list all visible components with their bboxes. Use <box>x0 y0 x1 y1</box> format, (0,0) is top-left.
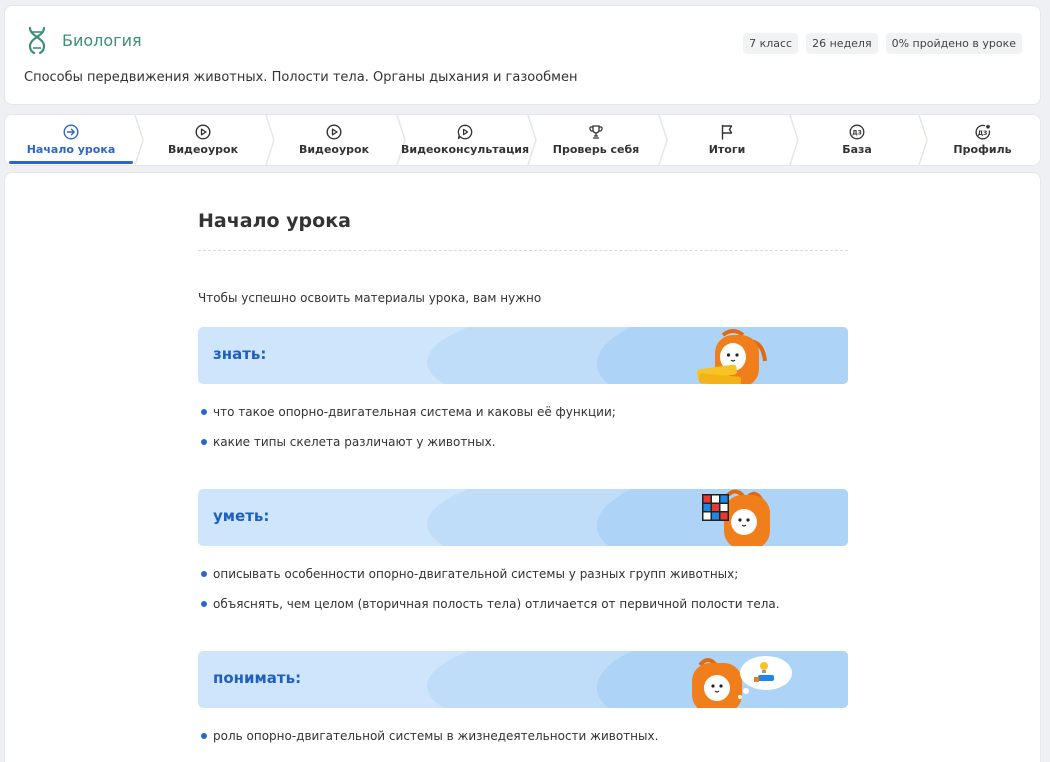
section-label: уметь: <box>213 507 270 525</box>
section-banner-know: знать: <box>198 327 848 384</box>
tab-base[interactable]: ДЗ База <box>796 115 918 165</box>
progress-badge: 0% пройдено в уроке <box>885 33 1022 54</box>
lesson-content: Начало урока Чтобы успешно освоить матер… <box>4 172 1041 762</box>
svg-text:ДЗ: ДЗ <box>977 130 987 137</box>
tab-label: Видеоурок <box>167 143 239 156</box>
chat-play-icon <box>457 124 473 140</box>
svg-text:ДЗ: ДЗ <box>852 130 862 137</box>
bullet-dot <box>201 733 207 739</box>
tab-label: Проверь себя <box>552 143 640 156</box>
list-item: описывать особенности опорно-двигательно… <box>201 567 738 581</box>
dz-star-icon: ДЗ <box>974 124 990 140</box>
mascot-with-rubik-cube-icon <box>702 489 770 546</box>
lesson-title: Способы передвижения животных. Полости т… <box>24 70 578 85</box>
lesson-header: Биология 7 класс 26 неделя 0% пройдено в… <box>4 5 1041 105</box>
tab-label: Видеоконсультация <box>400 143 530 156</box>
intro-text: Чтобы успешно освоить материалы урока, в… <box>198 291 542 305</box>
tab-label: Начало урока <box>26 143 116 156</box>
list-item-text: роль опорно-двигательной системы в жизне… <box>213 729 659 743</box>
arrow-right-circle-icon <box>63 124 79 140</box>
section-banner-understand: понимать: <box>198 651 848 708</box>
tab-results[interactable]: Итоги <box>665 115 789 165</box>
dna-icon <box>28 26 46 54</box>
tab-profile[interactable]: ДЗ Профиль <box>925 115 1040 165</box>
mascot-with-books-icon <box>696 329 767 384</box>
list-item: объяснять, чем целом (вторичная полость … <box>201 597 780 611</box>
tab-label: Видеоурок <box>298 143 370 156</box>
section-label: знать: <box>213 345 267 363</box>
flag-icon <box>721 124 733 140</box>
grade-badge: 7 класс <box>743 33 799 54</box>
subject-name: Биология <box>62 30 142 50</box>
lesson-tabs: Начало урока Видеоурок Видеоурок Видеоко… <box>4 114 1041 166</box>
subject[interactable]: Биология <box>24 26 142 54</box>
tab-video-consultation[interactable]: Видеоконсультация <box>400 115 530 165</box>
list-item-text: что такое опорно-двигательная система и … <box>213 405 616 419</box>
tab-label: База <box>842 143 872 156</box>
bullet-dot <box>201 439 207 445</box>
list-item: роль опорно-двигательной системы в жизне… <box>201 729 658 743</box>
page-title: Начало урока <box>198 210 351 232</box>
tab-label: Итоги <box>708 143 746 156</box>
tab-lesson-start[interactable]: Начало урока <box>7 115 135 165</box>
list-item: какие типы скелета различают у животных. <box>201 435 496 449</box>
list-item-text: описывать особенности опорно-двигательно… <box>213 567 739 581</box>
mascot-with-idea-bubble-icon <box>692 656 792 708</box>
section-banner-skills: уметь: <box>198 489 848 546</box>
tab-label: Профиль <box>953 143 1012 156</box>
bullet-dot <box>201 409 207 415</box>
play-circle-icon <box>195 124 211 140</box>
play-circle-icon <box>326 124 342 140</box>
bullet-dot <box>201 601 207 607</box>
list-item-text: какие типы скелета различают у животных. <box>213 435 496 449</box>
dz-icon: ДЗ <box>849 124 865 140</box>
tab-video-2[interactable]: Видеоурок <box>272 115 396 165</box>
divider <box>198 250 848 251</box>
tab-video-1[interactable]: Видеоурок <box>141 115 265 165</box>
list-item: что такое опорно-двигательная система и … <box>201 405 616 419</box>
trophy-icon <box>589 125 603 139</box>
list-item-text: объяснять, чем целом (вторичная полость … <box>213 597 780 611</box>
week-badge: 26 неделя <box>806 33 878 54</box>
tab-self-check[interactable]: Проверь себя <box>534 115 658 165</box>
bullet-dot <box>201 571 207 577</box>
badges: 7 класс 26 неделя 0% пройдено в уроке <box>743 33 1022 54</box>
section-label: понимать: <box>213 669 302 687</box>
